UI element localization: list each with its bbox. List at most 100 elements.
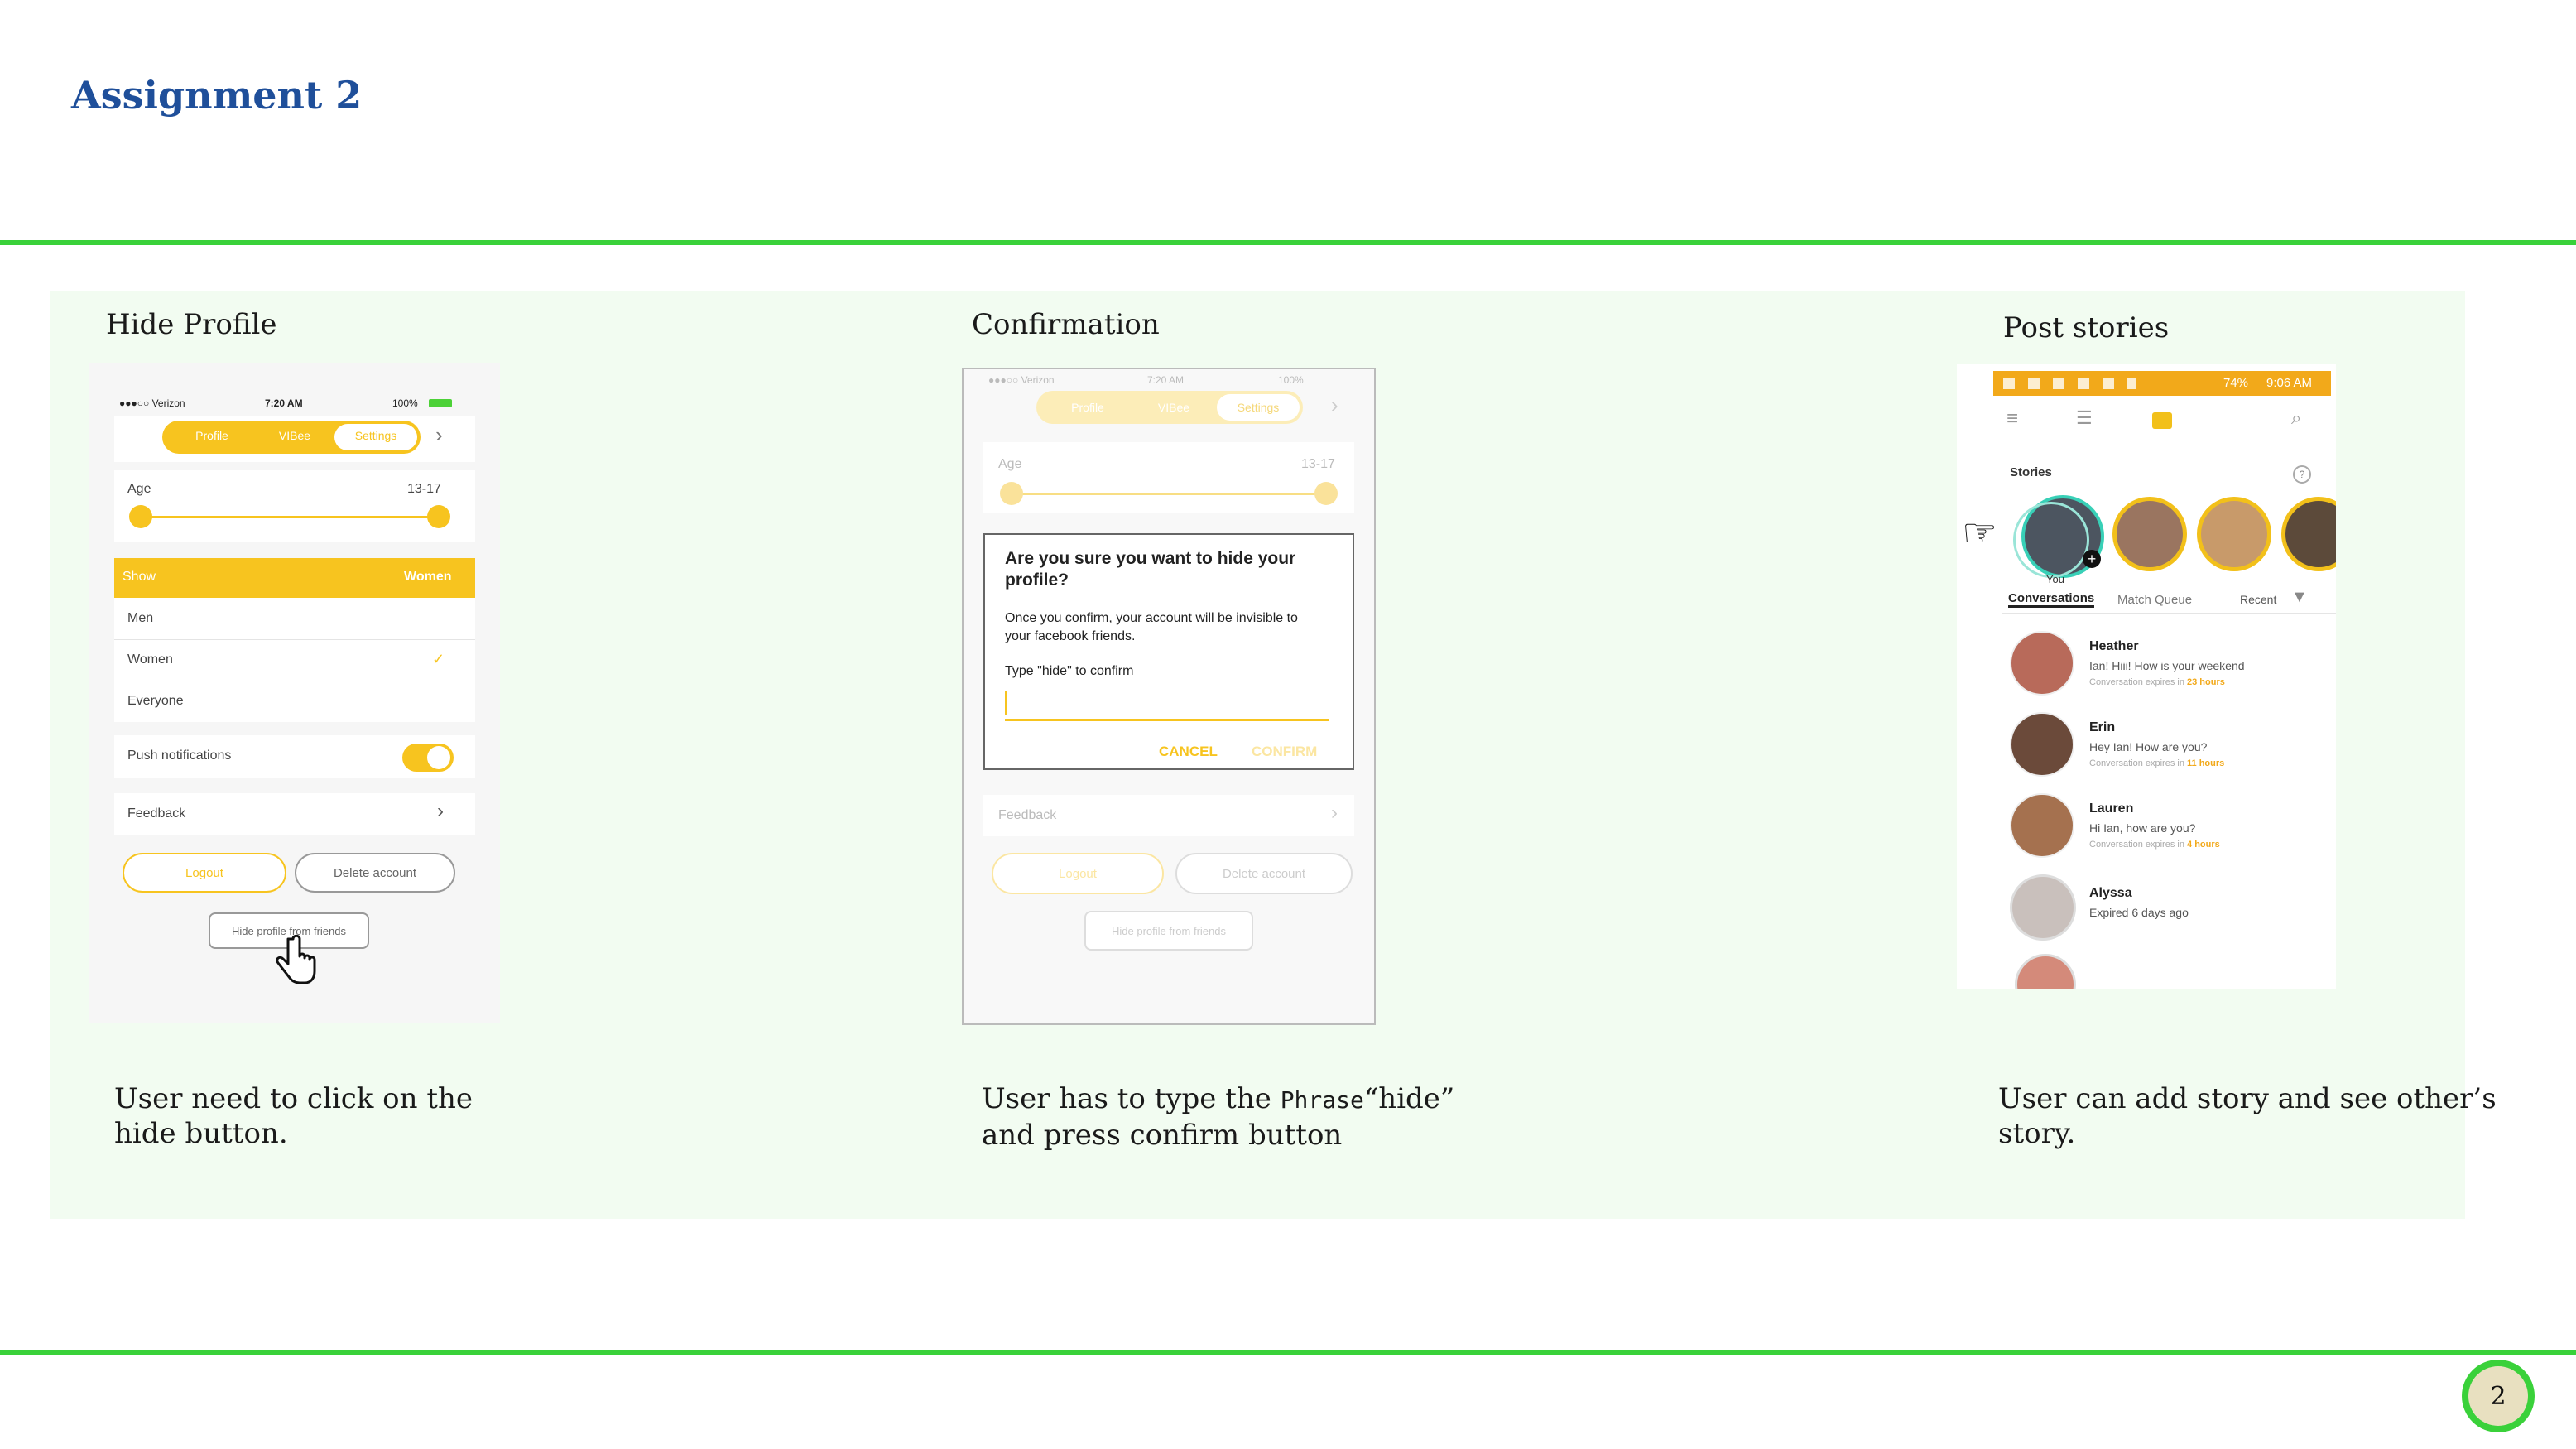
- conversation-name[interactable]: Alyssa: [2089, 886, 2132, 901]
- story-avatar[interactable]: [2197, 497, 2271, 571]
- status-time: 9:06 AM: [2266, 376, 2313, 390]
- age-slider-min-handle[interactable]: [1000, 482, 1023, 505]
- push-label: Push notifications: [127, 749, 232, 763]
- tab-vibee[interactable]: VIBee: [270, 429, 320, 442]
- status-battery: 100%: [392, 397, 418, 409]
- age-range: 13-17: [407, 482, 441, 496]
- chevron-right-icon: ›: [437, 800, 444, 822]
- status-battery: 100%: [1278, 374, 1304, 386]
- swipe-icon[interactable]: ☰: [2076, 407, 2093, 429]
- expiry-time: 11 hours: [2187, 758, 2225, 768]
- chevron-right-icon[interactable]: ›: [1331, 392, 1338, 418]
- logout-button[interactable]: Logout: [992, 853, 1164, 894]
- menu-icon[interactable]: ≡: [2006, 407, 2018, 431]
- age-slider-max-handle[interactable]: [427, 505, 450, 528]
- sort-label[interactable]: Recent: [2240, 593, 2276, 606]
- conversation-name[interactable]: Erin: [2089, 720, 2115, 735]
- lauren-avatar[interactable]: [2010, 793, 2074, 858]
- option-women[interactable]: Women: [127, 652, 173, 667]
- conversation-expiry: Conversation expires in 4 hours: [2089, 840, 2220, 850]
- confirmation-title: Confirmation: [972, 308, 1160, 341]
- tab-conversations[interactable]: Conversations: [2008, 591, 2095, 608]
- caption-phrase: Phrase: [1280, 1086, 1364, 1114]
- hide-profile-button[interactable]: Hide profile from friends: [1084, 911, 1253, 951]
- next-avatar[interactable]: [2015, 954, 2076, 989]
- conversation-expiry: Conversation expires in 11 hours: [2089, 758, 2224, 768]
- story-avatar[interactable]: [2112, 497, 2187, 571]
- feedback-label: Feedback: [127, 806, 186, 821]
- conversation-message: Expired 6 days ago: [2089, 906, 2189, 919]
- top-divider: [0, 240, 2576, 245]
- expiry-prefix: Conversation expires in: [2089, 840, 2188, 850]
- expiry-prefix: Conversation expires in: [2089, 677, 2188, 687]
- feedback-label: Feedback: [998, 808, 1057, 822]
- slide-title: Assignment 2: [71, 73, 363, 118]
- conversation-name[interactable]: Heather: [2089, 639, 2139, 654]
- conversation-message: Hi Ian, how are you?: [2089, 821, 2196, 835]
- you-label: You: [2046, 573, 2064, 585]
- age-label: Age: [998, 457, 1022, 471]
- confirmation-caption: User has to type the Phrase“hide” and pr…: [982, 1081, 1454, 1153]
- expiry-time: 4 hours: [2187, 840, 2220, 850]
- conversation-message: Ian! Hiii! How is your weekend: [2089, 659, 2245, 672]
- option-everyone[interactable]: Everyone: [127, 694, 184, 709]
- status-carrier: ●●●○○ Verizon: [988, 374, 1055, 386]
- caption-line: User has to type the Phrase“hide”: [982, 1081, 1454, 1118]
- story-ring: [2013, 502, 2089, 578]
- chat-icon[interactable]: [2152, 412, 2172, 429]
- caption-line: and press confirm button: [982, 1119, 1343, 1152]
- age-range: 13-17: [1301, 457, 1335, 471]
- tab-vibee[interactable]: VIBee: [1149, 401, 1199, 414]
- story-avatar[interactable]: [2281, 497, 2336, 571]
- alyssa-avatar[interactable]: [2010, 874, 2076, 941]
- divider: [2002, 613, 2336, 614]
- filter-icon[interactable]: ▼: [2291, 588, 2308, 607]
- caption-text: “hide”: [1363, 1082, 1455, 1115]
- age-label: Age: [127, 482, 151, 496]
- age-section: [114, 470, 475, 542]
- confirm-button[interactable]: CONFIRM: [1252, 744, 1317, 760]
- option-men[interactable]: Men: [127, 611, 153, 626]
- help-icon[interactable]: ?: [2293, 465, 2311, 484]
- status-carrier: ●●●○○ Verizon: [119, 397, 185, 409]
- status-time: 7:20 AM: [265, 397, 303, 409]
- hide-confirm-input[interactable]: [1005, 691, 1329, 721]
- tab-settings[interactable]: Settings: [334, 429, 417, 442]
- tab-settings[interactable]: Settings: [1217, 401, 1300, 414]
- battery-icon: [429, 399, 452, 407]
- conversation-expiry: Conversation expires in 23 hours: [2089, 677, 2225, 687]
- post-stories-caption: User can add story and see other’s story…: [1998, 1081, 2497, 1151]
- chevron-right-icon[interactable]: ›: [435, 422, 443, 448]
- expiry-prefix: Conversation expires in: [2089, 758, 2188, 768]
- erin-avatar[interactable]: [2010, 712, 2074, 777]
- hide-profile-caption: User need to click on the hide button.: [114, 1081, 473, 1151]
- delete-account-button[interactable]: Delete account: [1175, 853, 1353, 894]
- conversation-message: Hey Ian! How are you?: [2089, 740, 2208, 753]
- pointing-hand-icon: ☞: [1962, 512, 1998, 556]
- age-slider-track: [141, 516, 439, 518]
- conversation-name[interactable]: Lauren: [2089, 802, 2133, 816]
- delete-account-button[interactable]: Delete account: [295, 853, 455, 893]
- caption-text: User has to type the: [982, 1082, 1281, 1115]
- search-icon[interactable]: ⌕: [2291, 407, 2301, 429]
- age-slider-max-handle[interactable]: [1314, 482, 1338, 505]
- push-toggle-knob: [427, 746, 450, 769]
- heather-avatar[interactable]: [2010, 631, 2074, 696]
- post-stories-screenshot: 74% 9:06 AM ≡ ☰ ⌕ Stories ? ☞ + You Conv…: [1957, 364, 2336, 989]
- caption-line: hide button.: [114, 1117, 288, 1150]
- cancel-button[interactable]: CANCEL: [1159, 744, 1218, 760]
- tab-match-queue[interactable]: Match Queue: [2117, 593, 2192, 607]
- tab-profile[interactable]: Profile: [1063, 401, 1113, 414]
- tab-profile[interactable]: Profile: [187, 429, 237, 442]
- bottom-divider: [0, 1350, 2576, 1355]
- expiry-time: 23 hours: [2187, 677, 2225, 687]
- add-story-icon[interactable]: +: [2083, 550, 2101, 568]
- caption-line: User need to click on the: [114, 1082, 473, 1115]
- stories-label: Stories: [2010, 465, 2052, 479]
- age-slider-track: [1012, 493, 1324, 495]
- age-slider-min-handle[interactable]: [129, 505, 152, 528]
- logout-button[interactable]: Logout: [123, 853, 286, 893]
- status-time: 7:20 AM: [1147, 374, 1185, 386]
- post-stories-title: Post stories: [2003, 311, 2170, 344]
- text-cursor: [1005, 691, 1007, 715]
